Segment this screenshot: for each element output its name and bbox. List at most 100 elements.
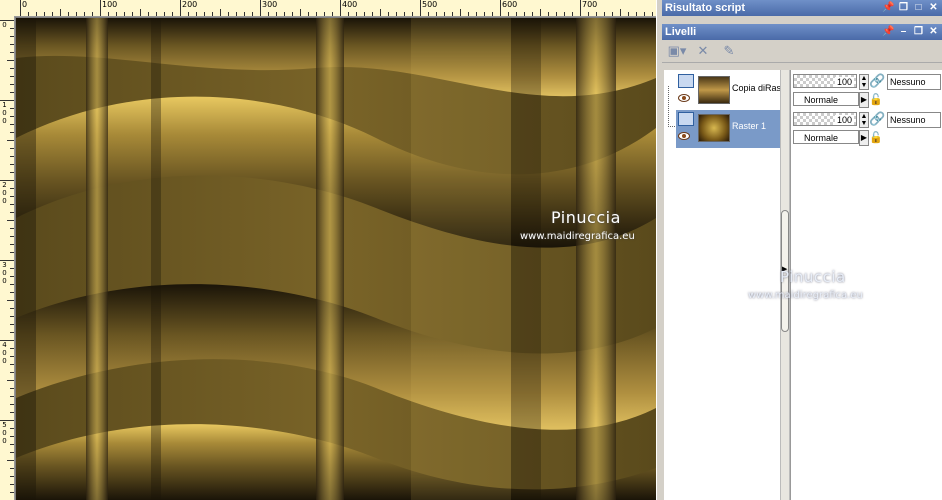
ruler-tick xyxy=(10,276,14,277)
ruler-tick xyxy=(340,0,341,16)
ruler-label: 4 xyxy=(2,341,7,349)
ruler-label: 5 xyxy=(2,421,7,429)
ruler-tick xyxy=(84,12,85,16)
link-icon[interactable]: 🔗 xyxy=(869,73,885,89)
ruler-label: 0 xyxy=(2,269,7,277)
close-icon[interactable]: ✕ xyxy=(927,25,940,38)
ruler-tick xyxy=(68,12,69,16)
layers-toolbar: ▣▾ ✕ ✎ xyxy=(662,40,942,63)
layer-row-copia[interactable]: Copia diRas xyxy=(676,72,781,110)
ruler-tick xyxy=(588,12,589,16)
layer-props-copia: 100 ▲ ▼ 🔗 Nessuno Normale ▶ 🔓 xyxy=(793,72,941,110)
blend-dropdown-arrow[interactable]: ▶ xyxy=(859,130,869,146)
blend-mode-select[interactable]: Normale xyxy=(793,130,859,144)
eye-icon[interactable] xyxy=(678,94,690,102)
layer-properties-button[interactable]: ✎ xyxy=(718,42,740,60)
new-layer-button[interactable]: ▣▾ xyxy=(666,42,688,60)
ruler-left: 0100200300400500 xyxy=(0,16,15,500)
ruler-tick xyxy=(10,148,14,149)
opacity-spinner[interactable]: ▲ ▼ xyxy=(859,74,869,90)
image-canvas[interactable]: Pinuccia www.maidiregrafica.eu xyxy=(16,18,656,500)
restore-icon[interactable]: ❐ xyxy=(897,1,910,14)
ruler-tick xyxy=(60,9,61,16)
ruler-tick xyxy=(10,316,14,317)
ruler-tick xyxy=(10,124,14,125)
restore-icon[interactable]: ❐ xyxy=(912,25,925,38)
opacity-slider[interactable]: 100 xyxy=(793,112,857,126)
ruler-tick xyxy=(172,12,173,16)
ruler-tick xyxy=(556,12,557,16)
blend-mode-select[interactable]: Normale xyxy=(793,92,859,106)
minimize-icon[interactable]: – xyxy=(897,25,910,38)
layers-list: Copia diRas Raster 1 xyxy=(664,70,782,500)
script-panel: Risultato script 📌 ❐ □ ✕ xyxy=(662,0,942,20)
ruler-tick xyxy=(404,12,405,16)
pin-icon[interactable]: 📌 xyxy=(882,25,895,38)
ruler-tick xyxy=(260,0,261,16)
layers-panel: Livelli 📌 – ❐ ✕ ▣▾ ✕ ✎ Copia diRas Raste… xyxy=(662,24,942,500)
ruler-tick xyxy=(396,12,397,16)
ruler-tick xyxy=(10,404,14,405)
ruler-label: 100 xyxy=(102,0,118,9)
ruler-label: 200 xyxy=(182,0,198,9)
ruler-tick xyxy=(628,12,629,16)
script-panel-titlebar[interactable]: Risultato script 📌 ❐ □ ✕ xyxy=(662,0,942,16)
ruler-tick xyxy=(204,12,205,16)
ruler-tick xyxy=(10,436,14,437)
ruler-tick xyxy=(10,188,14,189)
layers-panel-titlebar[interactable]: Livelli 📌 – ❐ ✕ xyxy=(662,24,942,40)
layers-panel-title: Livelli xyxy=(665,26,697,38)
ruler-tick xyxy=(10,444,14,445)
ruler-tick xyxy=(468,12,469,16)
ruler-tick xyxy=(124,12,125,16)
lock-icon[interactable]: 🔓 xyxy=(869,130,885,146)
eye-icon[interactable] xyxy=(678,132,690,140)
ruler-label: 0 xyxy=(2,109,7,117)
ruler-label: 0 xyxy=(2,349,7,357)
ruler-tick xyxy=(7,60,14,61)
delete-layer-button[interactable]: ✕ xyxy=(692,42,714,60)
ruler-tick xyxy=(420,0,421,16)
ruler-tick xyxy=(7,140,14,141)
ruler-tick xyxy=(7,380,14,381)
ruler-tick xyxy=(484,12,485,16)
maximize-icon[interactable]: □ xyxy=(912,1,925,14)
ruler-tick xyxy=(7,460,14,461)
layer-row-raster1[interactable]: Raster 1 xyxy=(676,110,780,148)
ruler-tick xyxy=(116,12,117,16)
ruler-tick xyxy=(10,196,14,197)
ruler-tick xyxy=(10,84,14,85)
layer-props-raster1: 100 ▲ ▼ 🔗 Nessuno Normale ▶ 🔓 xyxy=(793,110,941,148)
ruler-label: 0 xyxy=(22,0,28,9)
ruler-tick xyxy=(10,204,14,205)
ruler-tick xyxy=(324,12,325,16)
ruler-label: 700 xyxy=(582,0,598,9)
lock-icon[interactable]: 🔓 xyxy=(869,92,885,108)
ruler-tick xyxy=(348,12,349,16)
ruler-tick xyxy=(10,484,14,485)
pin-icon[interactable]: 📌 xyxy=(882,1,895,14)
ruler-tick xyxy=(612,12,613,16)
ruler-tick xyxy=(10,388,14,389)
ruler-tick xyxy=(636,12,637,16)
ruler-tick xyxy=(10,468,14,469)
wave-artwork xyxy=(16,18,656,500)
ruler-tick xyxy=(10,332,14,333)
layer-name: Copia diRas xyxy=(732,83,782,93)
ruler-tick xyxy=(332,12,333,16)
close-icon[interactable]: ✕ xyxy=(927,1,940,14)
ruler-tick xyxy=(292,12,293,16)
ruler-tick xyxy=(236,12,237,16)
opacity-slider[interactable]: 100 xyxy=(793,74,857,88)
blend-dropdown-arrow[interactable]: ▶ xyxy=(859,92,869,108)
ruler-tick xyxy=(460,9,461,16)
ruler-tick xyxy=(10,348,14,349)
ruler-tick xyxy=(100,0,101,16)
opacity-spinner[interactable]: ▲ ▼ xyxy=(859,112,869,128)
ruler-tick xyxy=(10,356,14,357)
layer-name: Raster 1 xyxy=(732,121,767,131)
ruler-tick xyxy=(276,12,277,16)
ruler-label: 0 xyxy=(2,21,7,29)
ruler-tick xyxy=(156,12,157,16)
link-icon[interactable]: 🔗 xyxy=(869,111,885,127)
